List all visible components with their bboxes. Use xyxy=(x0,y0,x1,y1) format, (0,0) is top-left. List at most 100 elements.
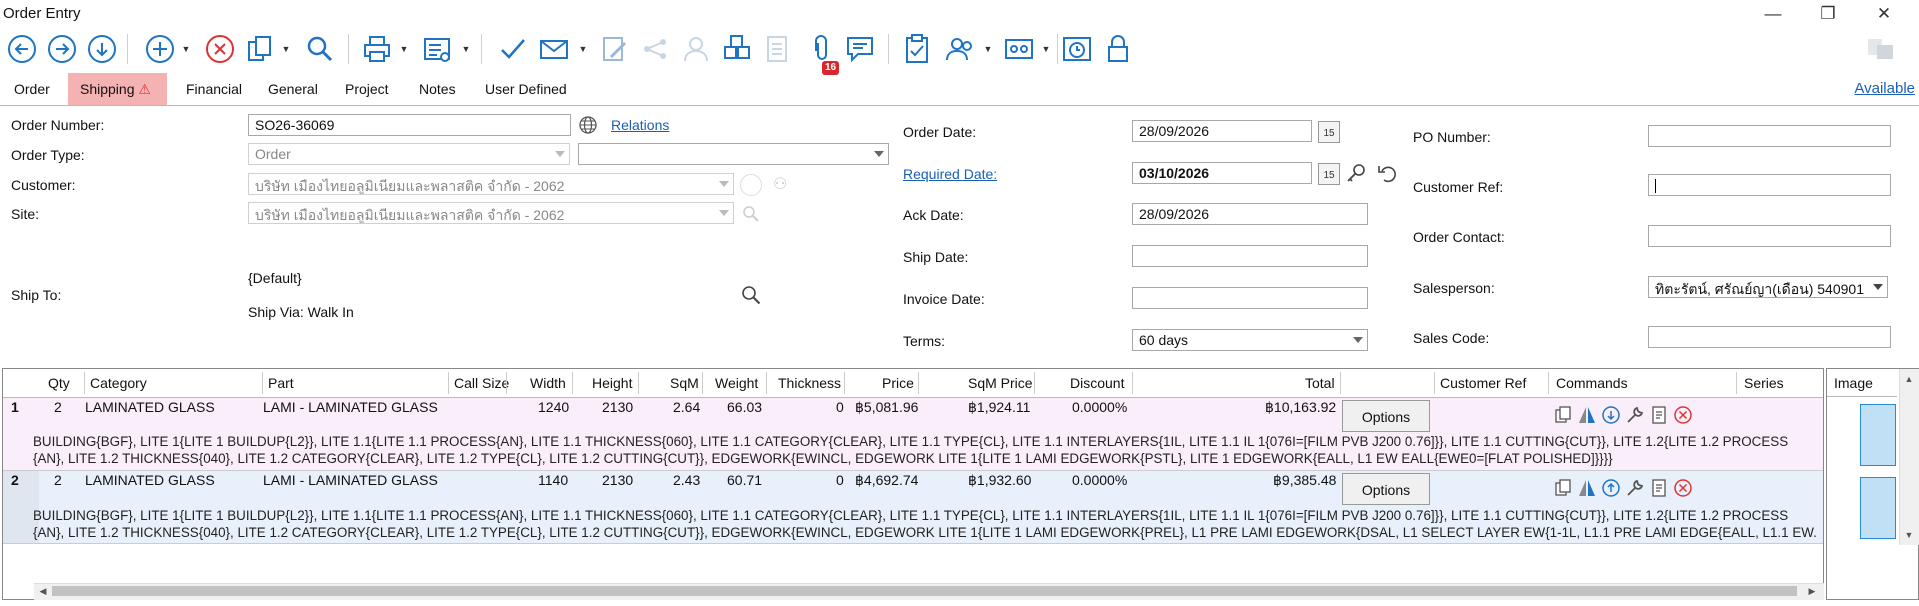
globe-icon[interactable] xyxy=(578,115,598,135)
options-button[interactable]: Options xyxy=(1342,473,1430,505)
col-weight[interactable]: Weight xyxy=(715,370,758,396)
col-thickness[interactable]: Thickness xyxy=(778,370,841,396)
required-date-calendar-icon[interactable]: 15 xyxy=(1318,163,1340,185)
relations-link[interactable]: Relations xyxy=(611,117,669,133)
tab-project[interactable]: Project xyxy=(339,73,395,105)
chevron-down-icon[interactable]: ▼ xyxy=(1040,40,1052,58)
configure-button[interactable] xyxy=(1000,31,1038,67)
col-call-size[interactable]: Call Size xyxy=(454,370,509,396)
po-number-field[interactable] xyxy=(1648,125,1891,147)
email-button[interactable] xyxy=(535,31,573,67)
vertical-scrollbar[interactable] xyxy=(1899,369,1919,545)
glass-thumbnail-1[interactable] xyxy=(1860,404,1896,466)
tab-shipping[interactable]: Shipping ⚠ xyxy=(68,73,167,105)
order-subtype-select[interactable] xyxy=(578,143,889,165)
shape-icon[interactable] xyxy=(1577,405,1597,425)
messages-button[interactable] xyxy=(842,31,880,67)
col-total[interactable]: Total xyxy=(1305,370,1335,396)
minimize-button[interactable]: — xyxy=(1755,2,1791,26)
users-button[interactable] xyxy=(941,31,979,67)
required-date-label[interactable]: Required Date: xyxy=(903,166,997,182)
tab-notes[interactable]: Notes xyxy=(413,73,462,105)
col-commands[interactable]: Commands xyxy=(1556,370,1628,396)
wrench-icon[interactable] xyxy=(1625,405,1645,425)
print-button[interactable] xyxy=(358,31,396,67)
close-button[interactable]: ✕ xyxy=(1866,2,1902,26)
boxes-button[interactable] xyxy=(718,31,756,67)
forward-button[interactable] xyxy=(43,31,81,67)
chevron-down-icon[interactable]: ▼ xyxy=(982,40,994,58)
col-width[interactable]: Width xyxy=(530,370,566,396)
col-discount[interactable]: Discount xyxy=(1070,370,1124,396)
chevron-down-icon[interactable]: ▼ xyxy=(280,40,292,58)
tab-general[interactable]: General xyxy=(262,73,324,105)
col-qty[interactable]: Qty xyxy=(48,370,70,396)
order-number-field[interactable]: SO26-36069 xyxy=(248,114,571,136)
restore-button[interactable]: ❐ xyxy=(1810,2,1846,26)
schedule-button[interactable] xyxy=(1058,31,1096,67)
chevron-down-icon[interactable]: ▼ xyxy=(180,40,192,58)
options-button[interactable]: Options xyxy=(1342,400,1430,432)
shape-icon[interactable] xyxy=(1577,478,1597,498)
customer-select[interactable]: บริษัท เมืองไทยอลูมิเนียมและพลาสติค จำกั… xyxy=(248,173,734,195)
col-part[interactable]: Part xyxy=(268,370,294,396)
horizontal-scroll-thumb[interactable] xyxy=(52,586,1797,596)
order-contact-field[interactable] xyxy=(1648,225,1891,247)
cell-price: ฿5,081.96 xyxy=(855,399,919,415)
ack-date-field[interactable]: 28/09/2026 xyxy=(1132,203,1368,225)
sales-code-field[interactable] xyxy=(1648,326,1891,348)
invoice-date-field[interactable] xyxy=(1132,287,1368,309)
col-series[interactable]: Series xyxy=(1744,370,1784,396)
col-price[interactable]: Price xyxy=(882,370,914,396)
salesperson-select[interactable]: ทิตะรัตน์, ศรัณย์ญา(เดือน) 540901 xyxy=(1648,276,1888,298)
edit-button xyxy=(596,31,634,67)
checklist-button[interactable] xyxy=(898,31,936,67)
ship-to-search-icon[interactable] xyxy=(741,285,761,305)
col-sqm[interactable]: SqM xyxy=(670,370,699,396)
chevron-down-icon[interactable]: ▼ xyxy=(398,40,410,58)
lock-button[interactable] xyxy=(1099,31,1137,67)
scroll-up-arrow-icon[interactable]: ▲ xyxy=(1902,372,1916,386)
document-check-icon[interactable] xyxy=(1649,405,1669,425)
glass-thumbnail-2[interactable] xyxy=(1860,477,1896,539)
copy-line-icon[interactable] xyxy=(1553,478,1573,498)
search-button[interactable] xyxy=(301,31,339,67)
customer-ref-field[interactable] xyxy=(1648,174,1891,196)
delete-line-icon[interactable] xyxy=(1673,405,1693,425)
document-check-icon[interactable] xyxy=(1649,478,1669,498)
tab-user-defined[interactable]: User Defined xyxy=(479,73,573,105)
report-button[interactable] xyxy=(418,31,456,67)
copy-line-icon[interactable] xyxy=(1553,405,1573,425)
tab-financial[interactable]: Financial xyxy=(180,73,248,105)
back-button[interactable] xyxy=(3,31,41,67)
key-icon[interactable] xyxy=(1345,162,1367,184)
scroll-down-arrow-icon[interactable]: ▼ xyxy=(1902,528,1916,542)
info-icon[interactable] xyxy=(1601,478,1621,498)
order-date-field[interactable]: 28/09/2026 xyxy=(1132,120,1312,142)
required-date-field[interactable]: 03/10/2026 xyxy=(1132,162,1312,184)
delete-line-icon[interactable] xyxy=(1673,478,1693,498)
wrench-icon[interactable] xyxy=(1625,478,1645,498)
ship-date-field[interactable] xyxy=(1132,245,1368,267)
scroll-right-arrow-icon[interactable]: ▶ xyxy=(1805,584,1819,598)
col-category[interactable]: Category xyxy=(90,370,147,396)
col-sqm-price[interactable]: SqM Price xyxy=(968,370,1033,396)
approve-button[interactable] xyxy=(494,31,532,67)
col-customer-ref[interactable]: Customer Ref xyxy=(1440,370,1526,396)
info-icon[interactable] xyxy=(1601,405,1621,425)
available-link[interactable]: Available xyxy=(1854,80,1915,97)
undo-icon[interactable] xyxy=(1376,162,1398,184)
scroll-left-arrow-icon[interactable]: ◀ xyxy=(36,584,50,598)
chevron-down-icon[interactable]: ▼ xyxy=(577,40,589,58)
site-select[interactable]: บริษัท เมืองไทยอลูมิเนียมและพลาสติค จำกั… xyxy=(248,202,734,224)
order-date-calendar-icon[interactable]: 15 xyxy=(1318,121,1340,143)
cancel-button[interactable] xyxy=(201,31,239,67)
terms-select[interactable]: 60 days xyxy=(1132,329,1368,351)
order-type-select[interactable]: Order xyxy=(248,143,570,165)
add-button[interactable] xyxy=(141,31,179,67)
chevron-down-icon[interactable]: ▼ xyxy=(460,40,472,58)
tab-order[interactable]: Order xyxy=(8,73,56,105)
down-button[interactable] xyxy=(83,31,121,67)
col-height[interactable]: Height xyxy=(592,370,632,396)
copy-button[interactable] xyxy=(241,31,279,67)
